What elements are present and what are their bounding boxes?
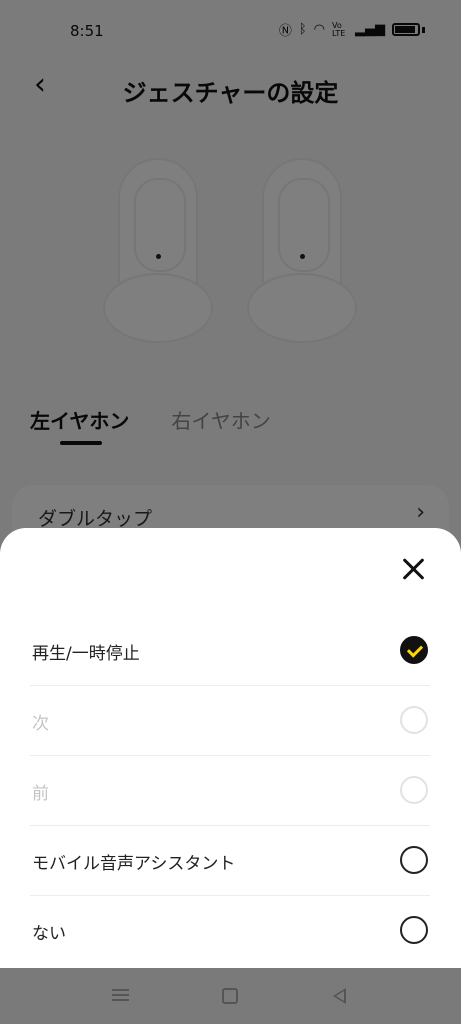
gesture-action-sheet: 再生/一時停止 次 前 モバイル音声アシスタント ない bbox=[0, 528, 461, 968]
back-triangle-icon[interactable] bbox=[333, 988, 346, 1004]
home-icon[interactable] bbox=[222, 988, 238, 1004]
option-label: 前 bbox=[32, 784, 49, 804]
system-nav-bar bbox=[0, 968, 461, 1024]
radio-unchecked-icon bbox=[400, 706, 428, 734]
radio-unchecked-icon[interactable] bbox=[400, 916, 428, 944]
option-label: モバイル音声アシスタント bbox=[32, 854, 236, 874]
option-label: ない bbox=[32, 924, 66, 944]
radio-unchecked-icon bbox=[400, 776, 428, 804]
option-none[interactable]: ない bbox=[30, 896, 430, 966]
option-label: 次 bbox=[32, 714, 49, 734]
option-next: 次 bbox=[30, 686, 430, 756]
option-voice-assistant[interactable]: モバイル音声アシスタント bbox=[30, 826, 430, 896]
recent-apps-icon[interactable] bbox=[112, 986, 132, 1006]
radio-checked-icon[interactable] bbox=[400, 636, 428, 664]
option-play-pause[interactable]: 再生/一時停止 bbox=[30, 616, 430, 686]
option-label: 再生/一時停止 bbox=[32, 644, 140, 664]
action-options-list: 再生/一時停止 次 前 モバイル音声アシスタント ない bbox=[30, 616, 430, 966]
radio-unchecked-icon[interactable] bbox=[400, 846, 428, 874]
option-previous: 前 bbox=[30, 756, 430, 826]
close-icon[interactable] bbox=[399, 554, 429, 584]
